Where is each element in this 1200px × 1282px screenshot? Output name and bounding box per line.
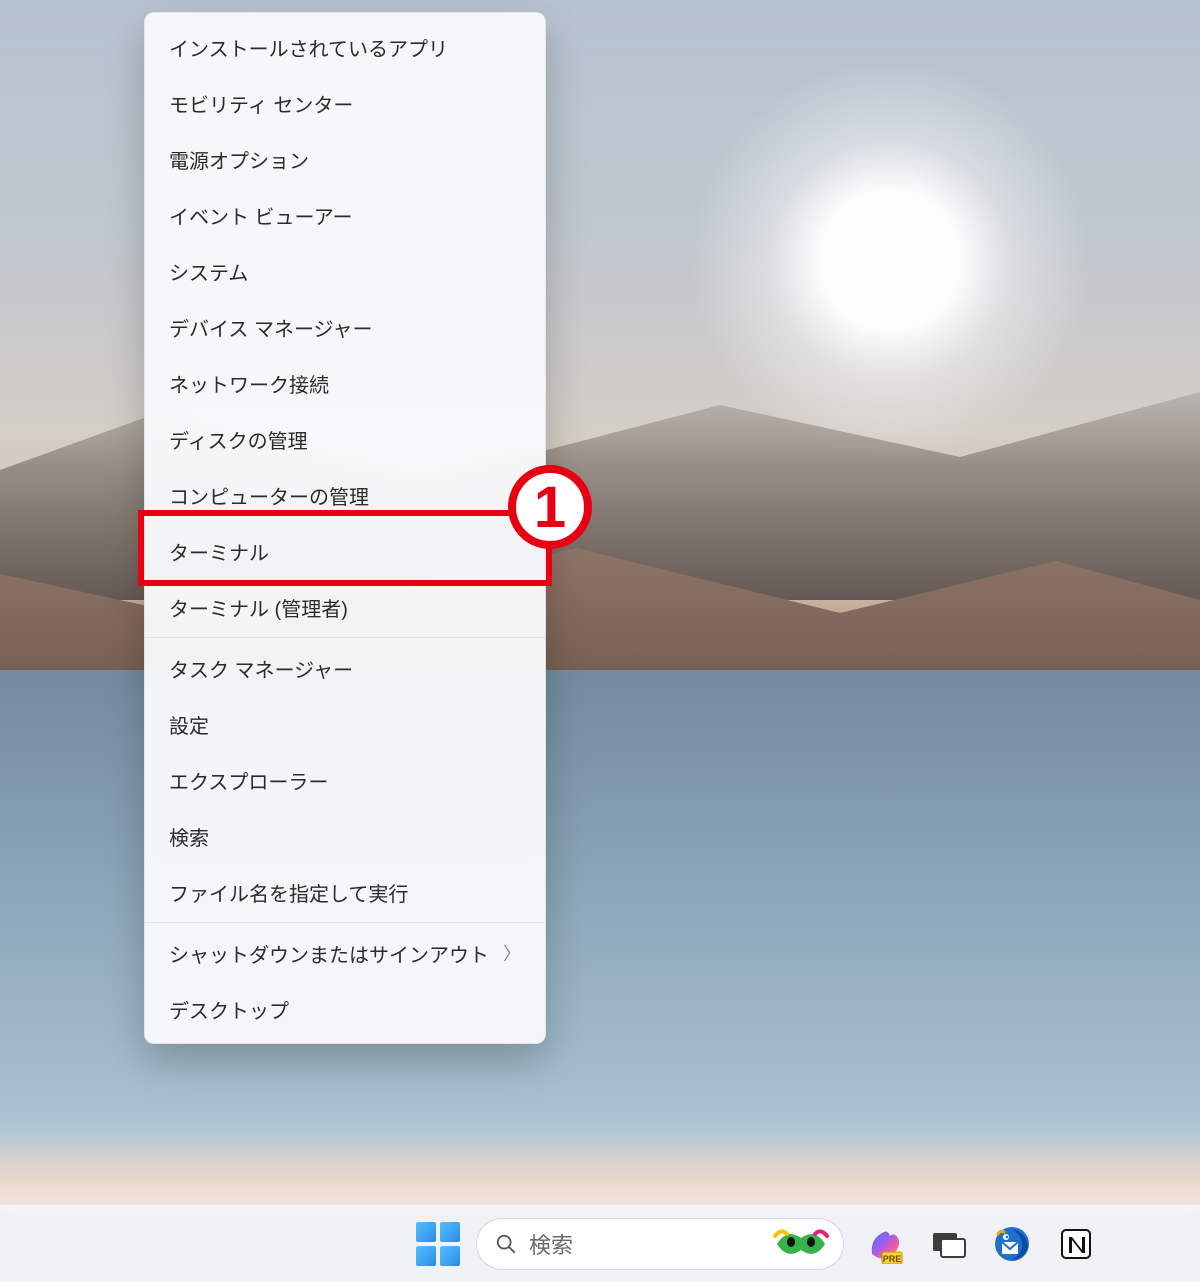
menu-separator	[145, 922, 545, 923]
menu-item-label: エクスプローラー	[169, 766, 328, 795]
annotation-number: 1	[534, 474, 566, 541]
menu-item-event-viewer[interactable]: イベント ビューアー	[145, 187, 545, 243]
menu-item-label: ファイル名を指定して実行	[169, 878, 408, 907]
search-placeholder: 検索	[529, 1228, 761, 1260]
annotation-number-badge: 1	[508, 465, 592, 549]
windows-logo-tile	[440, 1246, 460, 1266]
taskbar-search-box[interactable]: 検索	[476, 1218, 844, 1270]
wallpaper-shore	[0, 1130, 1200, 1210]
menu-item-label: イベント ビューアー	[169, 201, 353, 230]
task-view-icon[interactable]	[924, 1220, 972, 1268]
menu-item-system[interactable]: システム	[145, 243, 545, 299]
menu-item-label: インストールされているアプリ	[169, 33, 448, 62]
menu-item-disk-management[interactable]: ディスクの管理	[145, 411, 545, 467]
windows-logo-tile	[416, 1246, 436, 1266]
menu-item-installed-apps[interactable]: インストールされているアプリ	[145, 19, 545, 75]
menu-item-label: デバイス マネージャー	[169, 313, 373, 342]
copilot-preview-icon[interactable]: PRE	[860, 1220, 908, 1268]
menu-item-task-manager[interactable]: タスク マネージャー	[145, 640, 545, 696]
windows-logo-tile	[416, 1222, 436, 1242]
menu-item-label: コンピューターの管理	[169, 481, 369, 510]
thunderbird-icon[interactable]	[988, 1220, 1036, 1268]
menu-item-computer-management[interactable]: コンピューターの管理	[145, 467, 545, 523]
windows-logo-tile	[440, 1222, 460, 1242]
menu-item-label: デスクトップ	[169, 995, 289, 1024]
menu-item-label: システム	[169, 257, 248, 286]
menu-item-file-explorer[interactable]: エクスプローラー	[145, 752, 545, 808]
menu-separator	[145, 637, 545, 638]
menu-item-label: ネットワーク接続	[169, 369, 329, 398]
taskbar: 検索 PRE	[0, 1204, 1200, 1282]
menu-item-label: 検索	[169, 822, 209, 851]
menu-item-power-options[interactable]: 電源オプション	[145, 131, 545, 187]
menu-item-run[interactable]: ファイル名を指定して実行	[145, 864, 545, 920]
svg-text:PRE: PRE	[883, 1254, 902, 1264]
search-highlight-icon	[773, 1226, 829, 1262]
menu-item-terminal[interactable]: ターミナル	[145, 523, 545, 579]
menu-item-label: ディスクの管理	[169, 425, 308, 454]
menu-item-terminal-admin[interactable]: ターミナル (管理者)	[145, 579, 545, 635]
menu-item-label: シャットダウンまたはサインアウト	[169, 939, 489, 968]
menu-item-label: ターミナル (管理者)	[169, 593, 348, 622]
menu-item-label: モビリティ センター	[169, 89, 353, 118]
menu-item-label: 設定	[169, 710, 209, 739]
search-icon	[495, 1233, 517, 1255]
menu-item-shutdown-signout[interactable]: シャットダウンまたはサインアウト 〉	[145, 925, 545, 981]
menu-item-label: ターミナル	[169, 537, 269, 566]
menu-item-desktop[interactable]: デスクトップ	[145, 981, 545, 1037]
winx-context-menu: インストールされているアプリ モビリティ センター 電源オプション イベント ビ…	[144, 12, 546, 1044]
start-button[interactable]	[416, 1222, 460, 1266]
menu-item-search[interactable]: 検索	[145, 808, 545, 864]
chevron-right-icon: 〉	[503, 940, 521, 966]
menu-item-network-connections[interactable]: ネットワーク接続	[145, 355, 545, 411]
menu-item-settings[interactable]: 設定	[145, 696, 545, 752]
notion-icon[interactable]	[1052, 1220, 1100, 1268]
menu-item-device-manager[interactable]: デバイス マネージャー	[145, 299, 545, 355]
menu-item-label: 電源オプション	[169, 145, 309, 174]
menu-item-label: タスク マネージャー	[169, 654, 353, 683]
menu-item-mobility-center[interactable]: モビリティ センター	[145, 75, 545, 131]
